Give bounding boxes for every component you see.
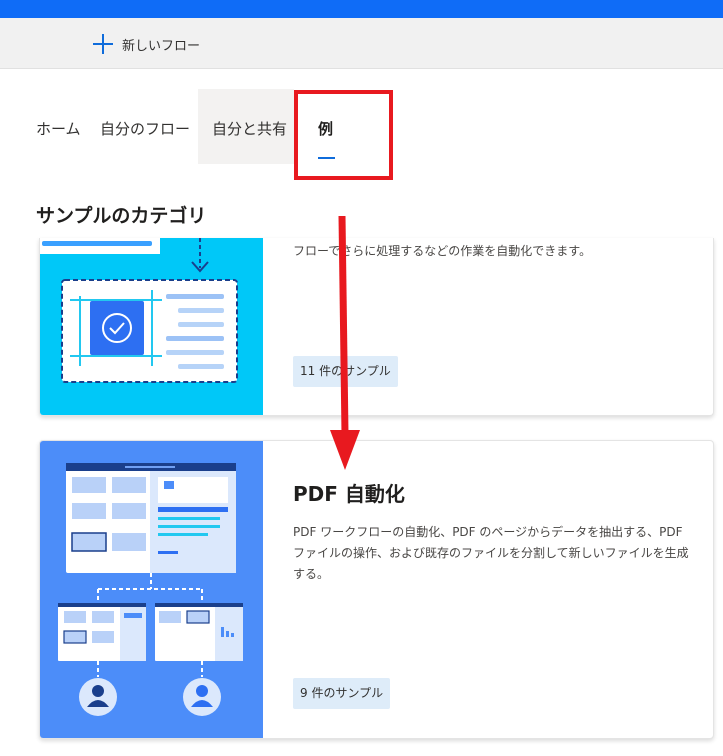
highlight-annotation-box (294, 90, 393, 180)
new-flow-label: 新しいフロー (122, 38, 201, 54)
tab-my-flows[interactable]: 自分のフロー (100, 89, 196, 164)
card-content: PDF 自動化 PDF ワークフローの自動化、PDF のページからデータを抽出す… (293, 441, 693, 738)
card-description: PDF ワークフローの自動化、PDF のページからデータを抽出する、PDF ファ… (293, 525, 689, 581)
category-card[interactable]: フローでさらに処理するなどの作業を自動化できます。 11 件のサンプル (39, 238, 714, 416)
new-flow-button[interactable]: 新しいフロー (92, 32, 200, 56)
tab-home-label: ホーム (36, 120, 81, 138)
pdf-split-illustration (58, 463, 243, 716)
card-illustration (40, 238, 263, 415)
section-title: サンプルのカテゴリ (36, 205, 207, 227)
document-approval-illustration (40, 238, 238, 383)
command-bar: 新しいフロー (0, 18, 723, 69)
top-accent-bar (0, 0, 723, 18)
tab-shared-with-me-label: 自分と共有 (212, 120, 288, 138)
annotation-arrow (330, 215, 360, 470)
tab-shared-with-me[interactable]: 自分と共有 (198, 89, 294, 164)
plus-icon (92, 33, 114, 55)
tab-my-flows-label: 自分のフロー (100, 120, 191, 138)
card-title: PDF 自動化 (293, 482, 405, 506)
tab-home[interactable]: ホーム (36, 89, 86, 164)
category-card-pdf[interactable]: PDF 自動化 PDF ワークフローの自動化、PDF のページからデータを抽出す… (39, 440, 714, 739)
card-illustration (40, 441, 263, 738)
sample-count-badge[interactable]: 9 件のサンプル (293, 678, 391, 709)
